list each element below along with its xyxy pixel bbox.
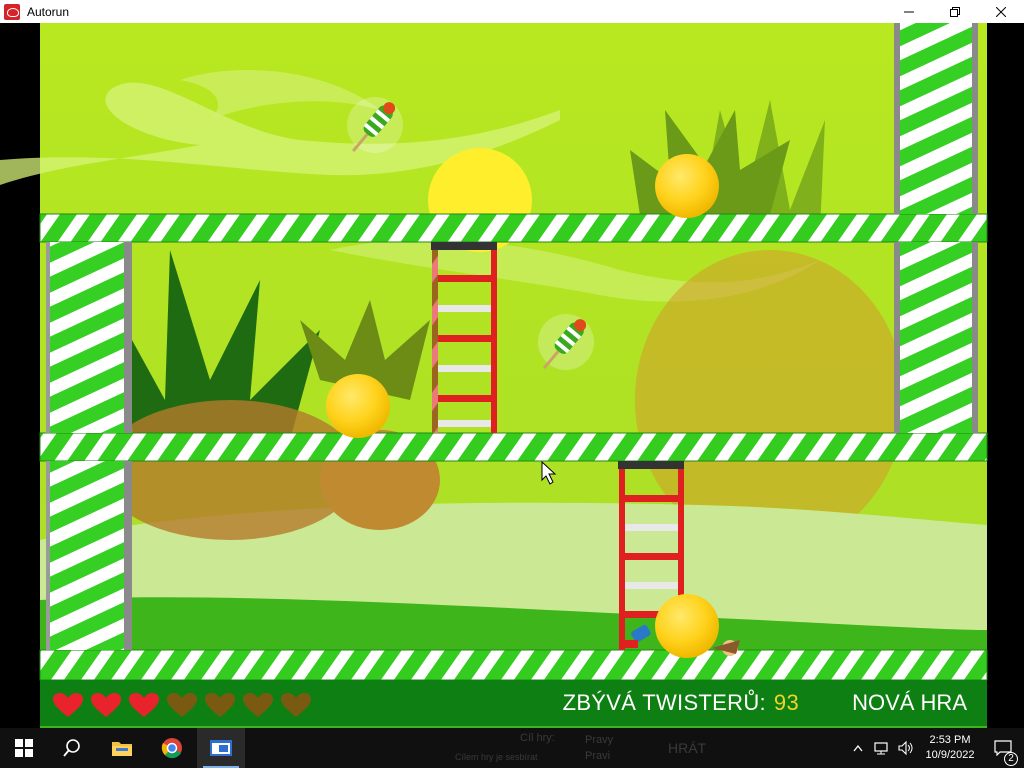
folder-icon [112, 742, 132, 756]
game-scene[interactable] [0, 23, 1024, 728]
notification-count: 2 [1004, 752, 1018, 766]
heart-empty-icon [243, 693, 273, 717]
chrome-button[interactable] [148, 728, 196, 768]
platform-middle [39, 432, 988, 462]
pillar-right-top [894, 23, 978, 214]
clock-date: 10/9/2022 [925, 749, 975, 761]
platform-top [39, 213, 988, 243]
ghost-text-play: HRÁT [668, 740, 707, 756]
minimize-button[interactable] [886, 0, 932, 23]
heart-empty-icon [167, 693, 197, 717]
autorun-taskbar-button[interactable] [197, 728, 245, 768]
close-icon [996, 6, 1006, 17]
pillar-left-lower [46, 461, 132, 650]
network-icon [874, 742, 888, 755]
game-area[interactable]: ZBÝVÁ TWISTERŮ: 93 NOVÁ HRA [0, 23, 1024, 728]
twisters-remaining-label: ZBÝVÁ TWISTERŮ: [562, 690, 766, 715]
restore-button[interactable] [932, 0, 978, 23]
start-button[interactable] [0, 728, 48, 768]
left-black-margin [0, 23, 40, 728]
file-explorer-button[interactable] [98, 728, 146, 768]
lives-hearts [52, 692, 312, 718]
heart-empty-icon [281, 693, 311, 717]
clock-time: 2:53 PM [929, 734, 971, 746]
network-button[interactable] [870, 741, 894, 755]
game-hud: ZBÝVÁ TWISTERŮ: 93 NOVÁ HRA [40, 680, 987, 726]
pillar-left-upper [46, 242, 132, 433]
heart-full-icon [91, 693, 121, 717]
minimize-icon [904, 11, 914, 12]
search-icon [63, 739, 80, 757]
ghost-text-rules: Pravy [585, 734, 614, 746]
ghost-text-rules-sub: Pravi [585, 750, 611, 762]
window-title: Autorun [27, 4, 70, 19]
chrome-icon [161, 738, 182, 759]
right-black-margin [987, 23, 1024, 728]
rolling-ball [655, 154, 719, 218]
heart-empty-icon [205, 693, 235, 717]
app-window-icon [210, 740, 232, 756]
new-game-button[interactable]: NOVÁ HRA [852, 690, 967, 716]
speaker-icon [898, 741, 913, 755]
windows-logo-icon [15, 739, 33, 757]
ghost-text-goal: Cíl hry: [520, 732, 555, 744]
rolling-ball [326, 374, 390, 438]
chevron-up-icon [853, 744, 863, 752]
app-icon [4, 3, 20, 20]
show-hidden-icons-button[interactable] [846, 744, 870, 752]
twisters-remaining-count: 93 [773, 690, 799, 715]
heart-full-icon [53, 693, 83, 717]
windows-taskbar: Cíl hry: Pravy Cílem hry je sesbírat Pra… [0, 728, 1024, 768]
pillar-right-middle [894, 242, 978, 433]
rolling-ball [655, 594, 719, 658]
system-tray: 2:53 PM 10/9/2022 2 [846, 728, 1024, 768]
clock[interactable]: 2:53 PM 10/9/2022 [918, 733, 982, 763]
twisters-remaining: ZBÝVÁ TWISTERŮ: 93 [563, 690, 799, 716]
platform-bottom [39, 649, 988, 681]
heart-full-icon [129, 693, 159, 717]
notifications-button[interactable]: 2 [982, 740, 1024, 766]
volume-button[interactable] [894, 741, 918, 755]
restore-icon [950, 6, 960, 17]
search-button[interactable] [48, 728, 96, 768]
ghost-text-goal-sub: Cílem hry je sesbírat [455, 752, 538, 762]
close-button[interactable] [978, 0, 1024, 23]
window-titlebar: Autorun [0, 0, 1024, 23]
